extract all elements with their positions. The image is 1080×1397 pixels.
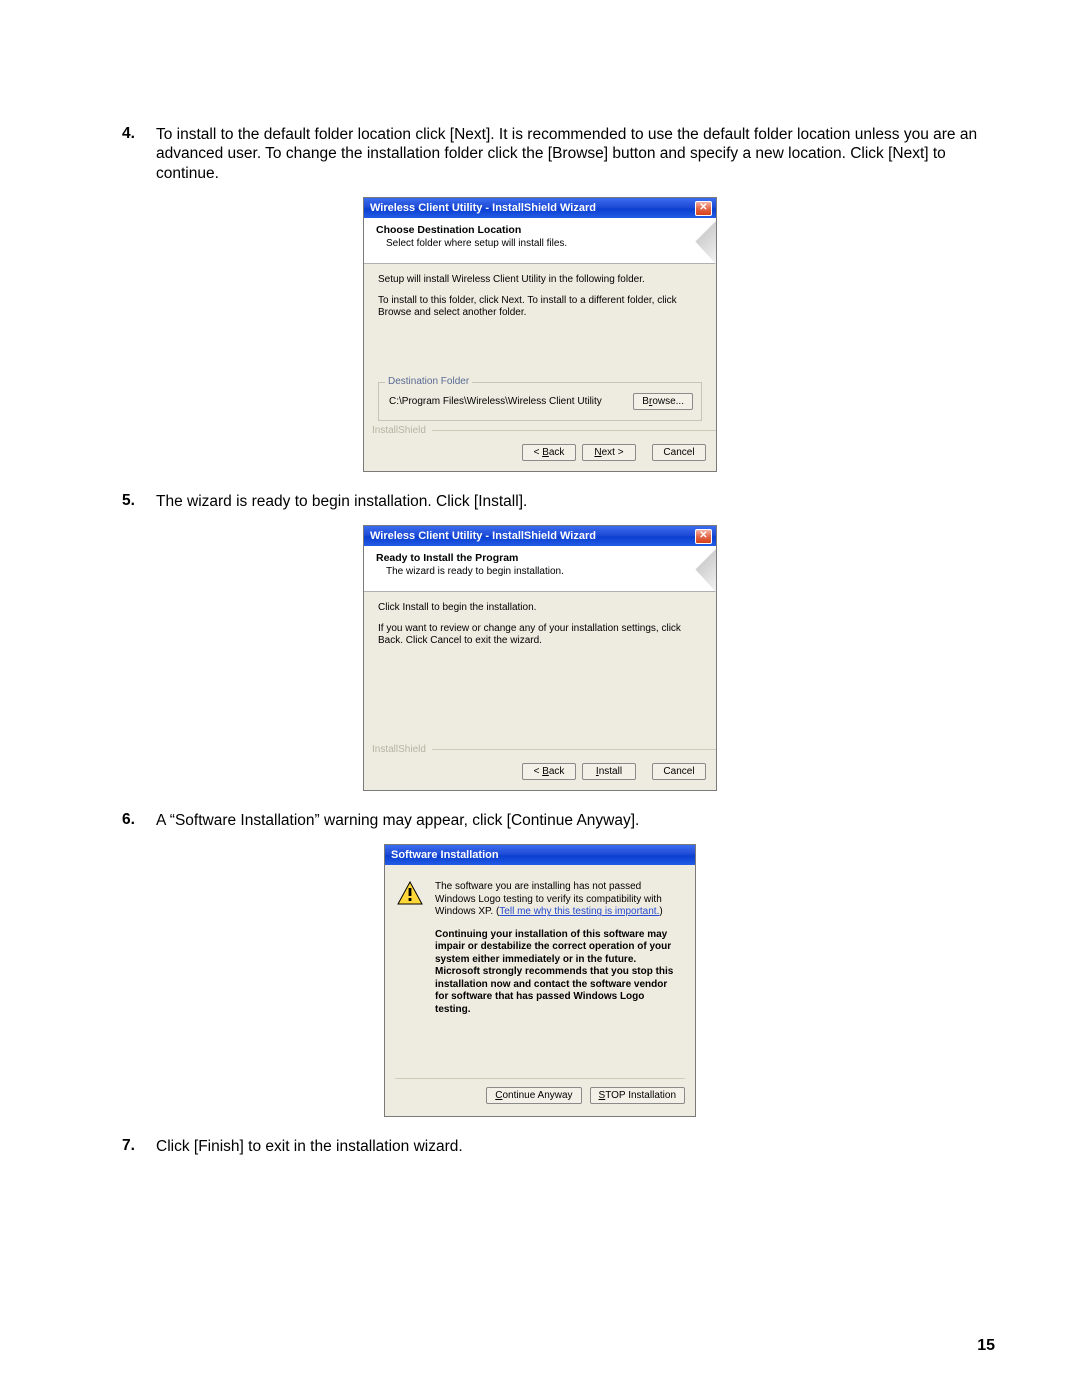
dialog-text: If you want to review or change any of y… (378, 623, 702, 648)
page-number: 15 (977, 1337, 995, 1355)
installshield-brand: InstallShield (372, 425, 426, 436)
installshield-destination-dialog: Wireless Client Utility - InstallShield … (363, 197, 717, 472)
install-button[interactable]: Install (582, 763, 636, 780)
dialog-subheading: Select folder where setup will install f… (386, 238, 706, 249)
dialog-text: Setup will install Wireless Client Utili… (378, 274, 702, 287)
warning-text: The software you are installing has not … (435, 881, 681, 919)
warning-icon (397, 881, 423, 1026)
dialog-text: Click Install to begin the installation. (378, 602, 702, 615)
dialog-heading: Choose Destination Location (376, 224, 706, 236)
step-number: 4. (122, 125, 156, 183)
cancel-button[interactable]: Cancel (652, 444, 706, 461)
step-text: The wizard is ready to begin installatio… (156, 492, 1000, 511)
dialog-heading: Ready to Install the Program (376, 552, 706, 564)
next-button[interactable]: Next > (582, 444, 636, 461)
window-title: Wireless Client Utility - InstallShield … (370, 202, 596, 214)
step-number: 7. (122, 1137, 156, 1156)
window-title: Software Installation (391, 849, 499, 861)
titlebar[interactable]: Wireless Client Utility - InstallShield … (364, 526, 716, 546)
back-button[interactable]: < Back (522, 444, 576, 461)
stop-installation-button[interactable]: STOP Installation (590, 1087, 685, 1104)
destination-path: C:\Program Files\Wireless\Wireless Clien… (389, 396, 602, 407)
window-title: Wireless Client Utility - InstallShield … (370, 530, 596, 542)
step-text: A “Software Installation” warning may ap… (156, 811, 1000, 830)
step-text: To install to the default folder locatio… (156, 125, 1000, 183)
group-legend: Destination Folder (385, 376, 472, 387)
installshield-brand: InstallShield (372, 744, 426, 755)
step-number: 6. (122, 811, 156, 830)
continue-anyway-button[interactable]: Continue Anyway (486, 1087, 581, 1104)
tell-me-why-link[interactable]: Tell me why this testing is important. (499, 906, 659, 917)
titlebar[interactable]: Software Installation (385, 845, 695, 865)
back-button[interactable]: < Back (522, 763, 576, 780)
step-number: 5. (122, 492, 156, 511)
software-installation-warning-dialog: Software Installation The software you a… (384, 844, 696, 1117)
dialog-subheading: The wizard is ready to begin installatio… (386, 566, 706, 577)
warning-bold-text: Continuing your installation of this sof… (435, 929, 681, 1017)
destination-folder-group: Destination Folder C:\Program Files\Wire… (378, 382, 702, 421)
dialog-text: To install to this folder, click Next. T… (378, 295, 702, 320)
browse-button[interactable]: Browse... (633, 393, 693, 410)
step-text: Click [Finish] to exit in the installati… (156, 1137, 1000, 1156)
titlebar[interactable]: Wireless Client Utility - InstallShield … (364, 198, 716, 218)
close-icon[interactable]: ✕ (695, 201, 712, 216)
installshield-ready-dialog: Wireless Client Utility - InstallShield … (363, 525, 717, 791)
cancel-button[interactable]: Cancel (652, 763, 706, 780)
close-icon[interactable]: ✕ (695, 529, 712, 544)
